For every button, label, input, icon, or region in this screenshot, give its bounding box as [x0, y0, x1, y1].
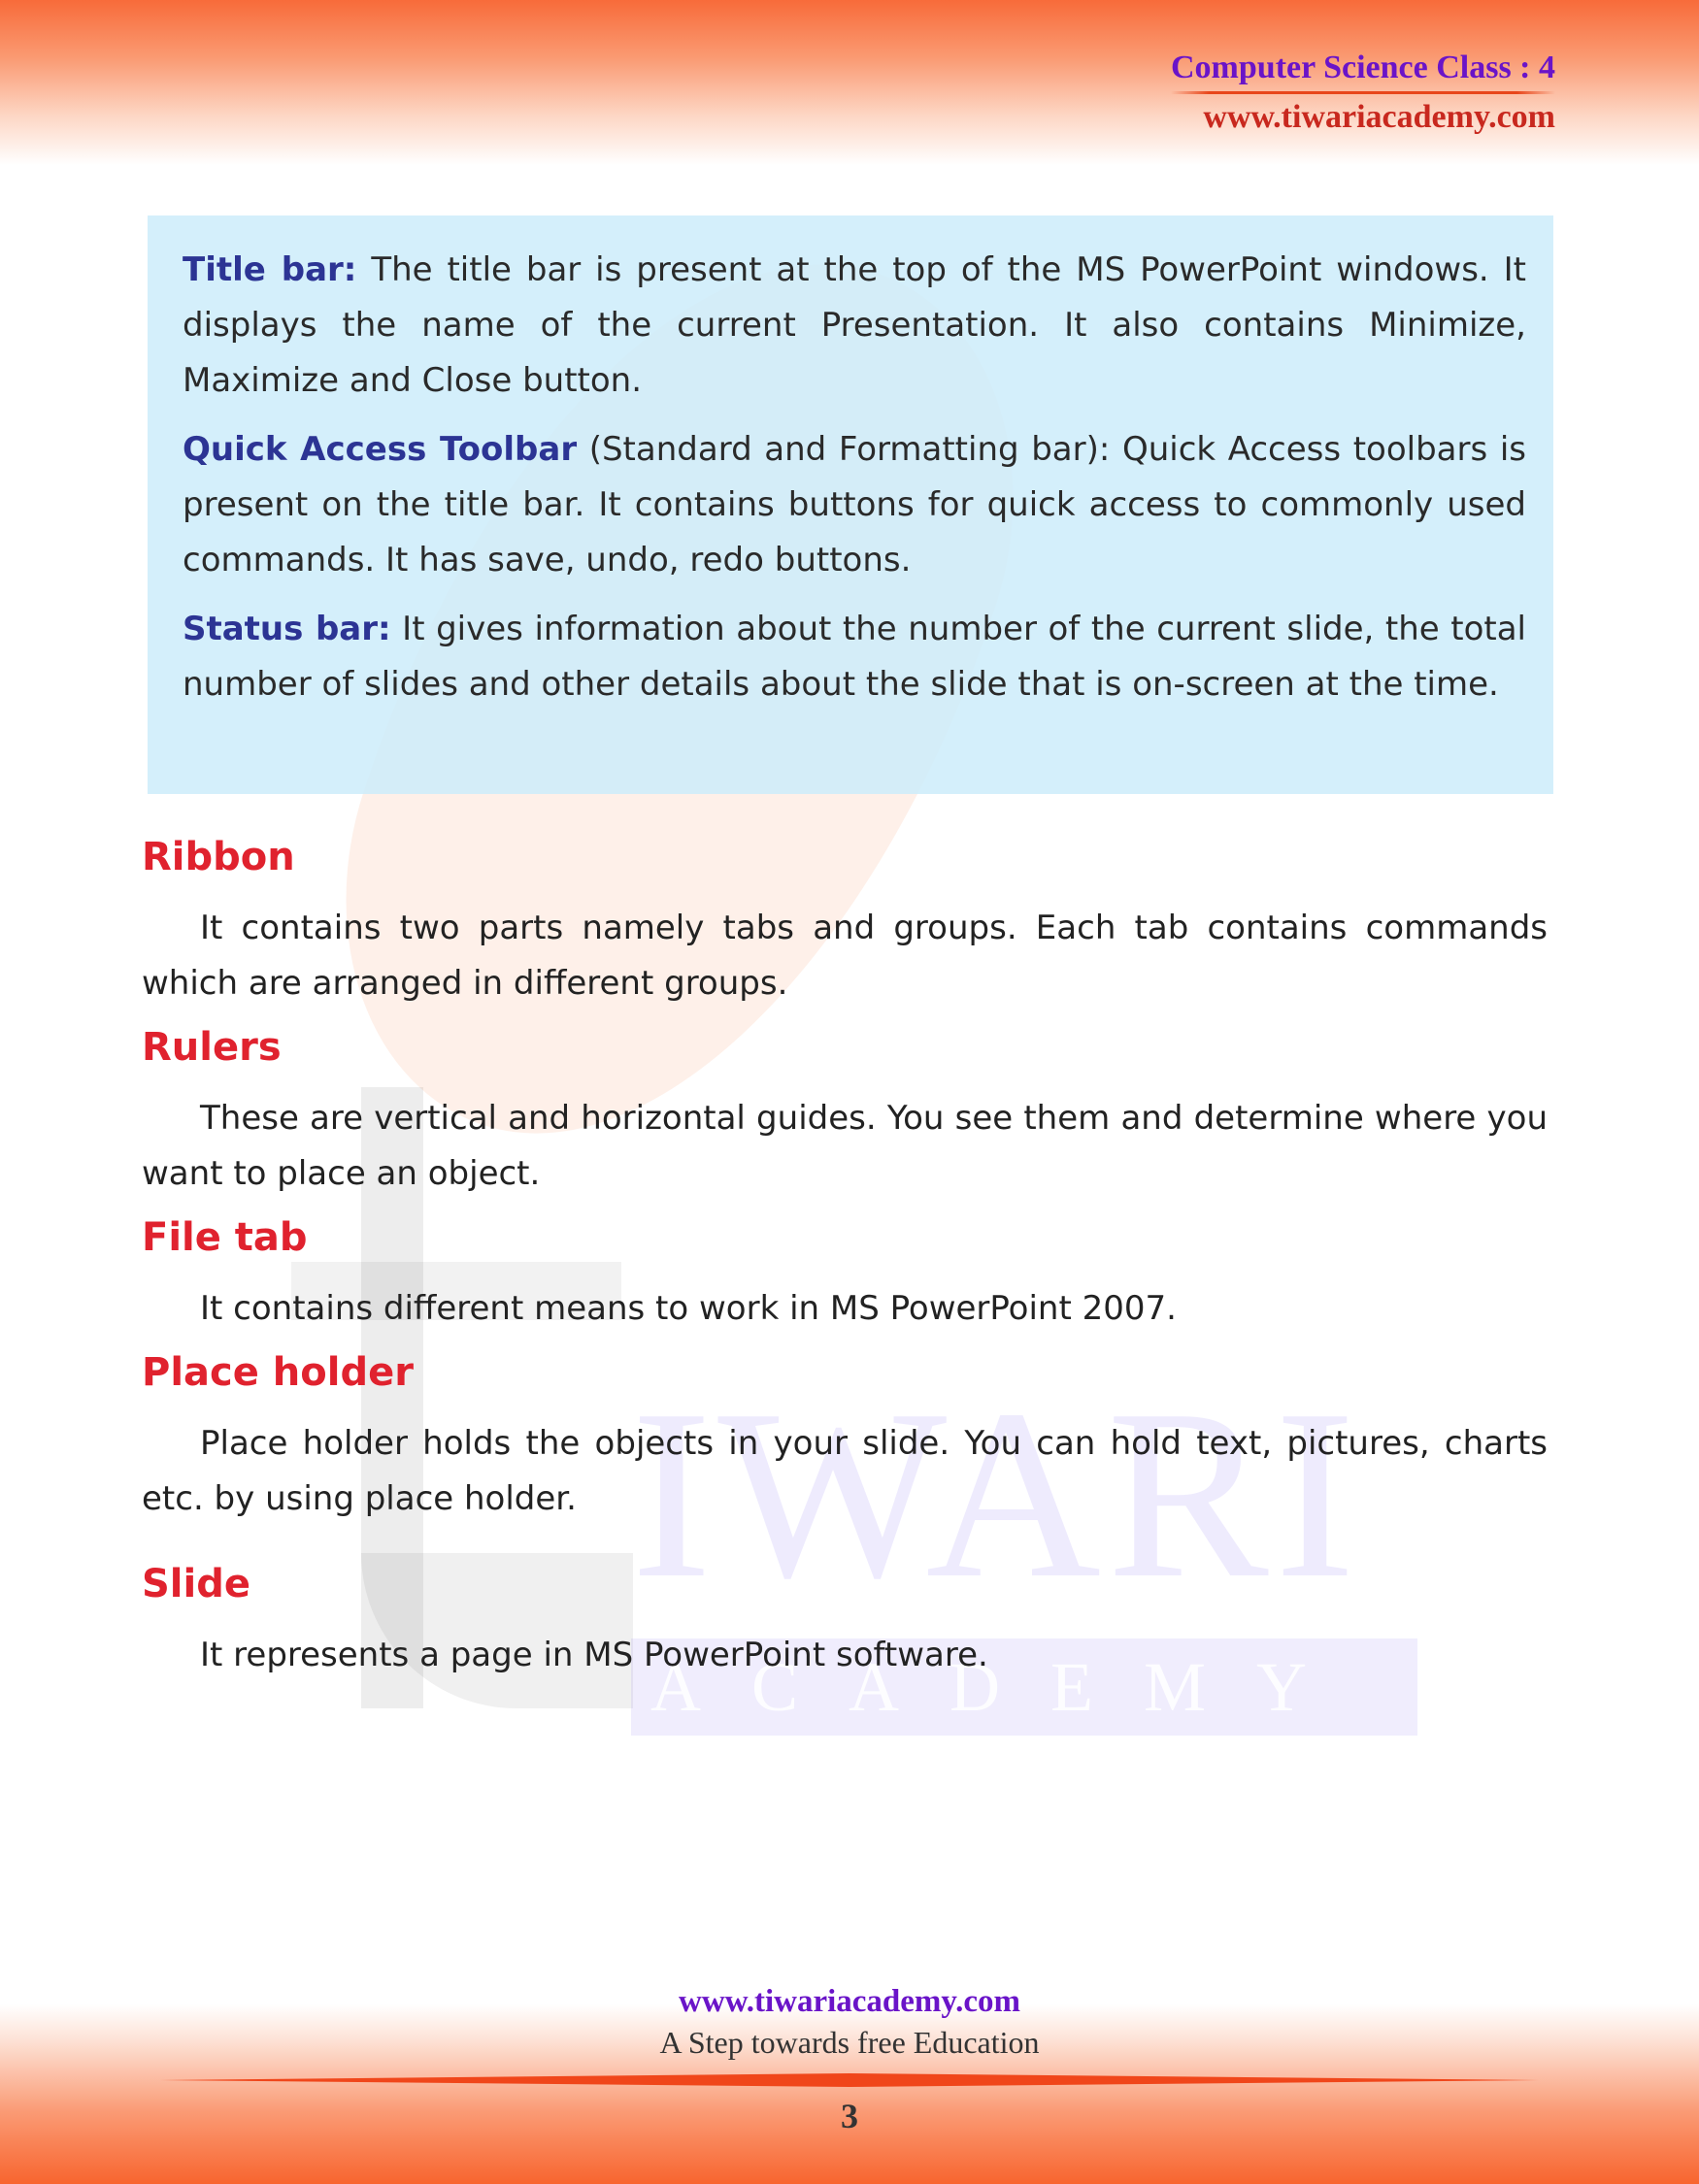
- section-heading: Place holder: [142, 1350, 414, 1395]
- section-body: It represents a page in MS PowerPoint so…: [200, 1636, 988, 1674]
- info-box: Title bar: The title bar is present at t…: [148, 215, 1553, 794]
- info-item-quick-access-toolbar: Quick Access Toolbar (Standard and Forma…: [183, 422, 1526, 588]
- section-heading: Rulers: [142, 1025, 282, 1070]
- header-site-link[interactable]: www.tiwariacademy.com: [1171, 98, 1555, 137]
- section-slide: Slide It represents a page in MS PowerPo…: [142, 1560, 1548, 1683]
- header-divider: [1171, 91, 1555, 94]
- section-ribbon: Ribbon It contains two parts namely tabs…: [142, 833, 1548, 1011]
- class-title: Computer Science Class : 4: [1171, 50, 1555, 85]
- section-body: Place holder holds the objects in your s…: [142, 1424, 1548, 1518]
- page-number: 3: [841, 2097, 858, 2135]
- section-place-holder: Place holder Place holder holds the obje…: [142, 1348, 1548, 1527]
- info-text: The title bar is present at the top of t…: [183, 250, 1526, 400]
- info-item-title-bar: Title bar: The title bar is present at t…: [183, 243, 1526, 409]
- section-body: It contains different means to work in M…: [200, 1289, 1177, 1328]
- section-heading: Ribbon: [142, 835, 295, 879]
- section-file-tab: File tab It contains different means to …: [142, 1213, 1548, 1337]
- footer-divider: [160, 2073, 1539, 2087]
- info-term: Quick Access Toolbar: [183, 430, 578, 469]
- section-heading: Slide: [142, 1562, 250, 1606]
- footer-site-link[interactable]: www.tiwariacademy.com: [0, 1980, 1699, 2023]
- section-body: It contains two parts namely tabs and gr…: [142, 909, 1548, 1003]
- info-item-status-bar: Status bar: It gives information about t…: [183, 602, 1526, 712]
- info-term: Title bar:: [183, 250, 357, 289]
- section-heading: File tab: [142, 1215, 308, 1260]
- page-header: Computer Science Class : 4 www.tiwariaca…: [1171, 47, 1555, 137]
- footer-tagline: A Step towards free Education: [659, 2025, 1040, 2060]
- main-content: Ribbon It contains two parts namely tabs…: [142, 833, 1548, 1695]
- info-term: Status bar:: [183, 610, 391, 648]
- section-body: These are vertical and horizontal guides…: [142, 1099, 1548, 1193]
- page-footer: www.tiwariacademy.com A Step towards fre…: [0, 1980, 1699, 2135]
- section-rulers: Rulers These are vertical and horizontal…: [142, 1023, 1548, 1202]
